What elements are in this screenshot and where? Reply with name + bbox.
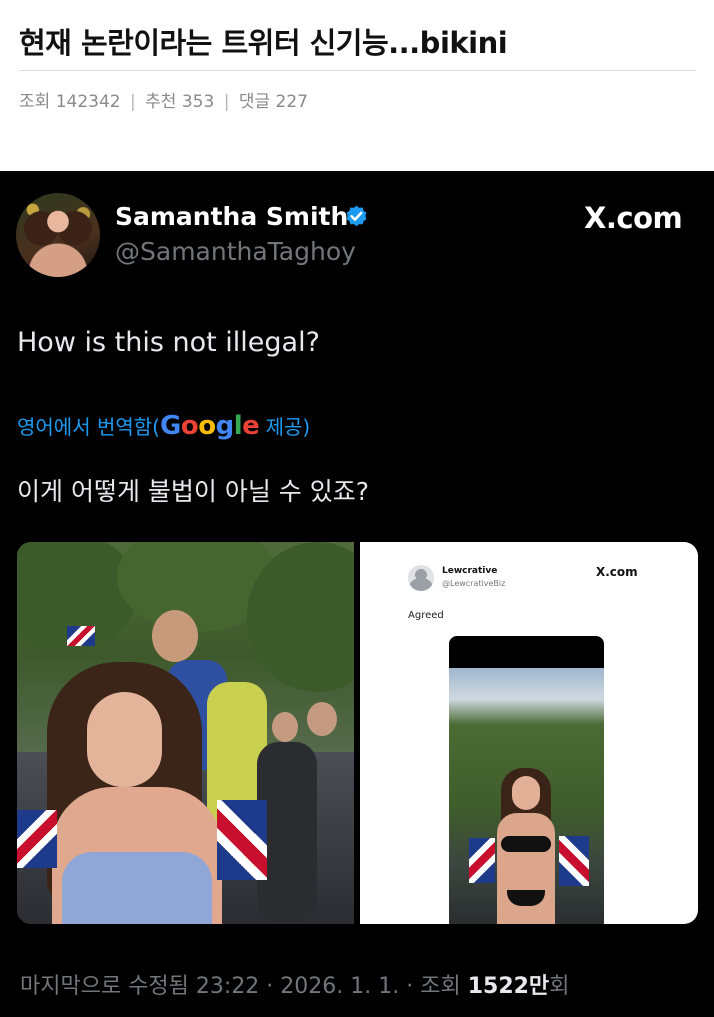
divider [19,70,696,71]
embedded-photo [449,668,604,924]
recommend-label: 추천 [145,92,177,112]
media-photo-right[interactable]: Lewcrative @LewcrativeBiz X.com Agreed [360,542,698,924]
person [152,610,198,662]
bikini-top [501,836,551,852]
display-name[interactable]: Samantha Smith [115,202,348,231]
tweet-card: Samantha Smith @SamanthaTaghoy X.com How… [0,171,714,1017]
woman-body [497,813,555,924]
woman-face [512,776,540,810]
woman-face [87,692,162,787]
person [307,702,337,736]
views-prefix: · 조회 [399,974,468,999]
woman-dress [62,852,212,924]
views-count: 142342 [55,92,121,112]
post-meta: 조회 142342 | 추천 353 | 댓글 227 [19,87,308,112]
embedded-phone-screen [449,636,604,924]
meta-separator: | [223,92,230,112]
translate-prefix: 영어에서 번역함( [17,415,160,439]
flag [17,810,57,868]
embedded-xcom-brand: X.com [596,565,638,579]
translate-suffix: 제공) [259,415,311,439]
verified-badge-icon [346,205,367,227]
flag [217,800,267,880]
tweet-text: How is this not illegal? [17,327,320,358]
recommend-count: 353 [181,92,215,112]
edited-timestamp[interactable]: 마지막으로 수정됨 23:22 · 2026. 1. 1. [20,974,399,999]
flag [67,626,95,646]
post-header: 현재 논란이라는 트위터 신기능...bikini 조회 142342 | 추천… [0,0,714,171]
embedded-handle: @LewcrativeBiz [442,579,506,588]
comments-count: 227 [275,92,308,112]
flag [469,838,495,883]
default-avatar-icon [408,565,434,591]
handle[interactable]: @SamanthaTaghoy [115,237,356,266]
person [272,712,298,742]
avatar[interactable] [16,193,100,277]
views-suffix: 회 [549,974,570,999]
flag [559,836,589,886]
translation-attribution[interactable]: 영어에서 번역함(Google 제공) [17,411,310,441]
meta-separator: | [130,92,136,112]
translated-text: 이게 어떻게 불법이 아닐 수 있죠? [17,477,370,506]
tweet-footer: 마지막으로 수정됨 23:22 · 2026. 1. 1. · 조회 1522만… [20,968,569,1000]
embedded-display-name: Lewcrative [442,566,498,576]
media-photo-left[interactable] [17,542,354,924]
xcom-brand: X.com [584,201,683,235]
embedded-tweet-text: Agreed [408,610,444,621]
comments-label: 댓글 [238,92,271,112]
google-logo: Google [159,411,260,441]
views-label: 조회 [19,92,51,112]
tweet-views-count: 1522만 [467,974,550,999]
post-title: 현재 논란이라는 트위터 신기능...bikini [19,26,508,60]
